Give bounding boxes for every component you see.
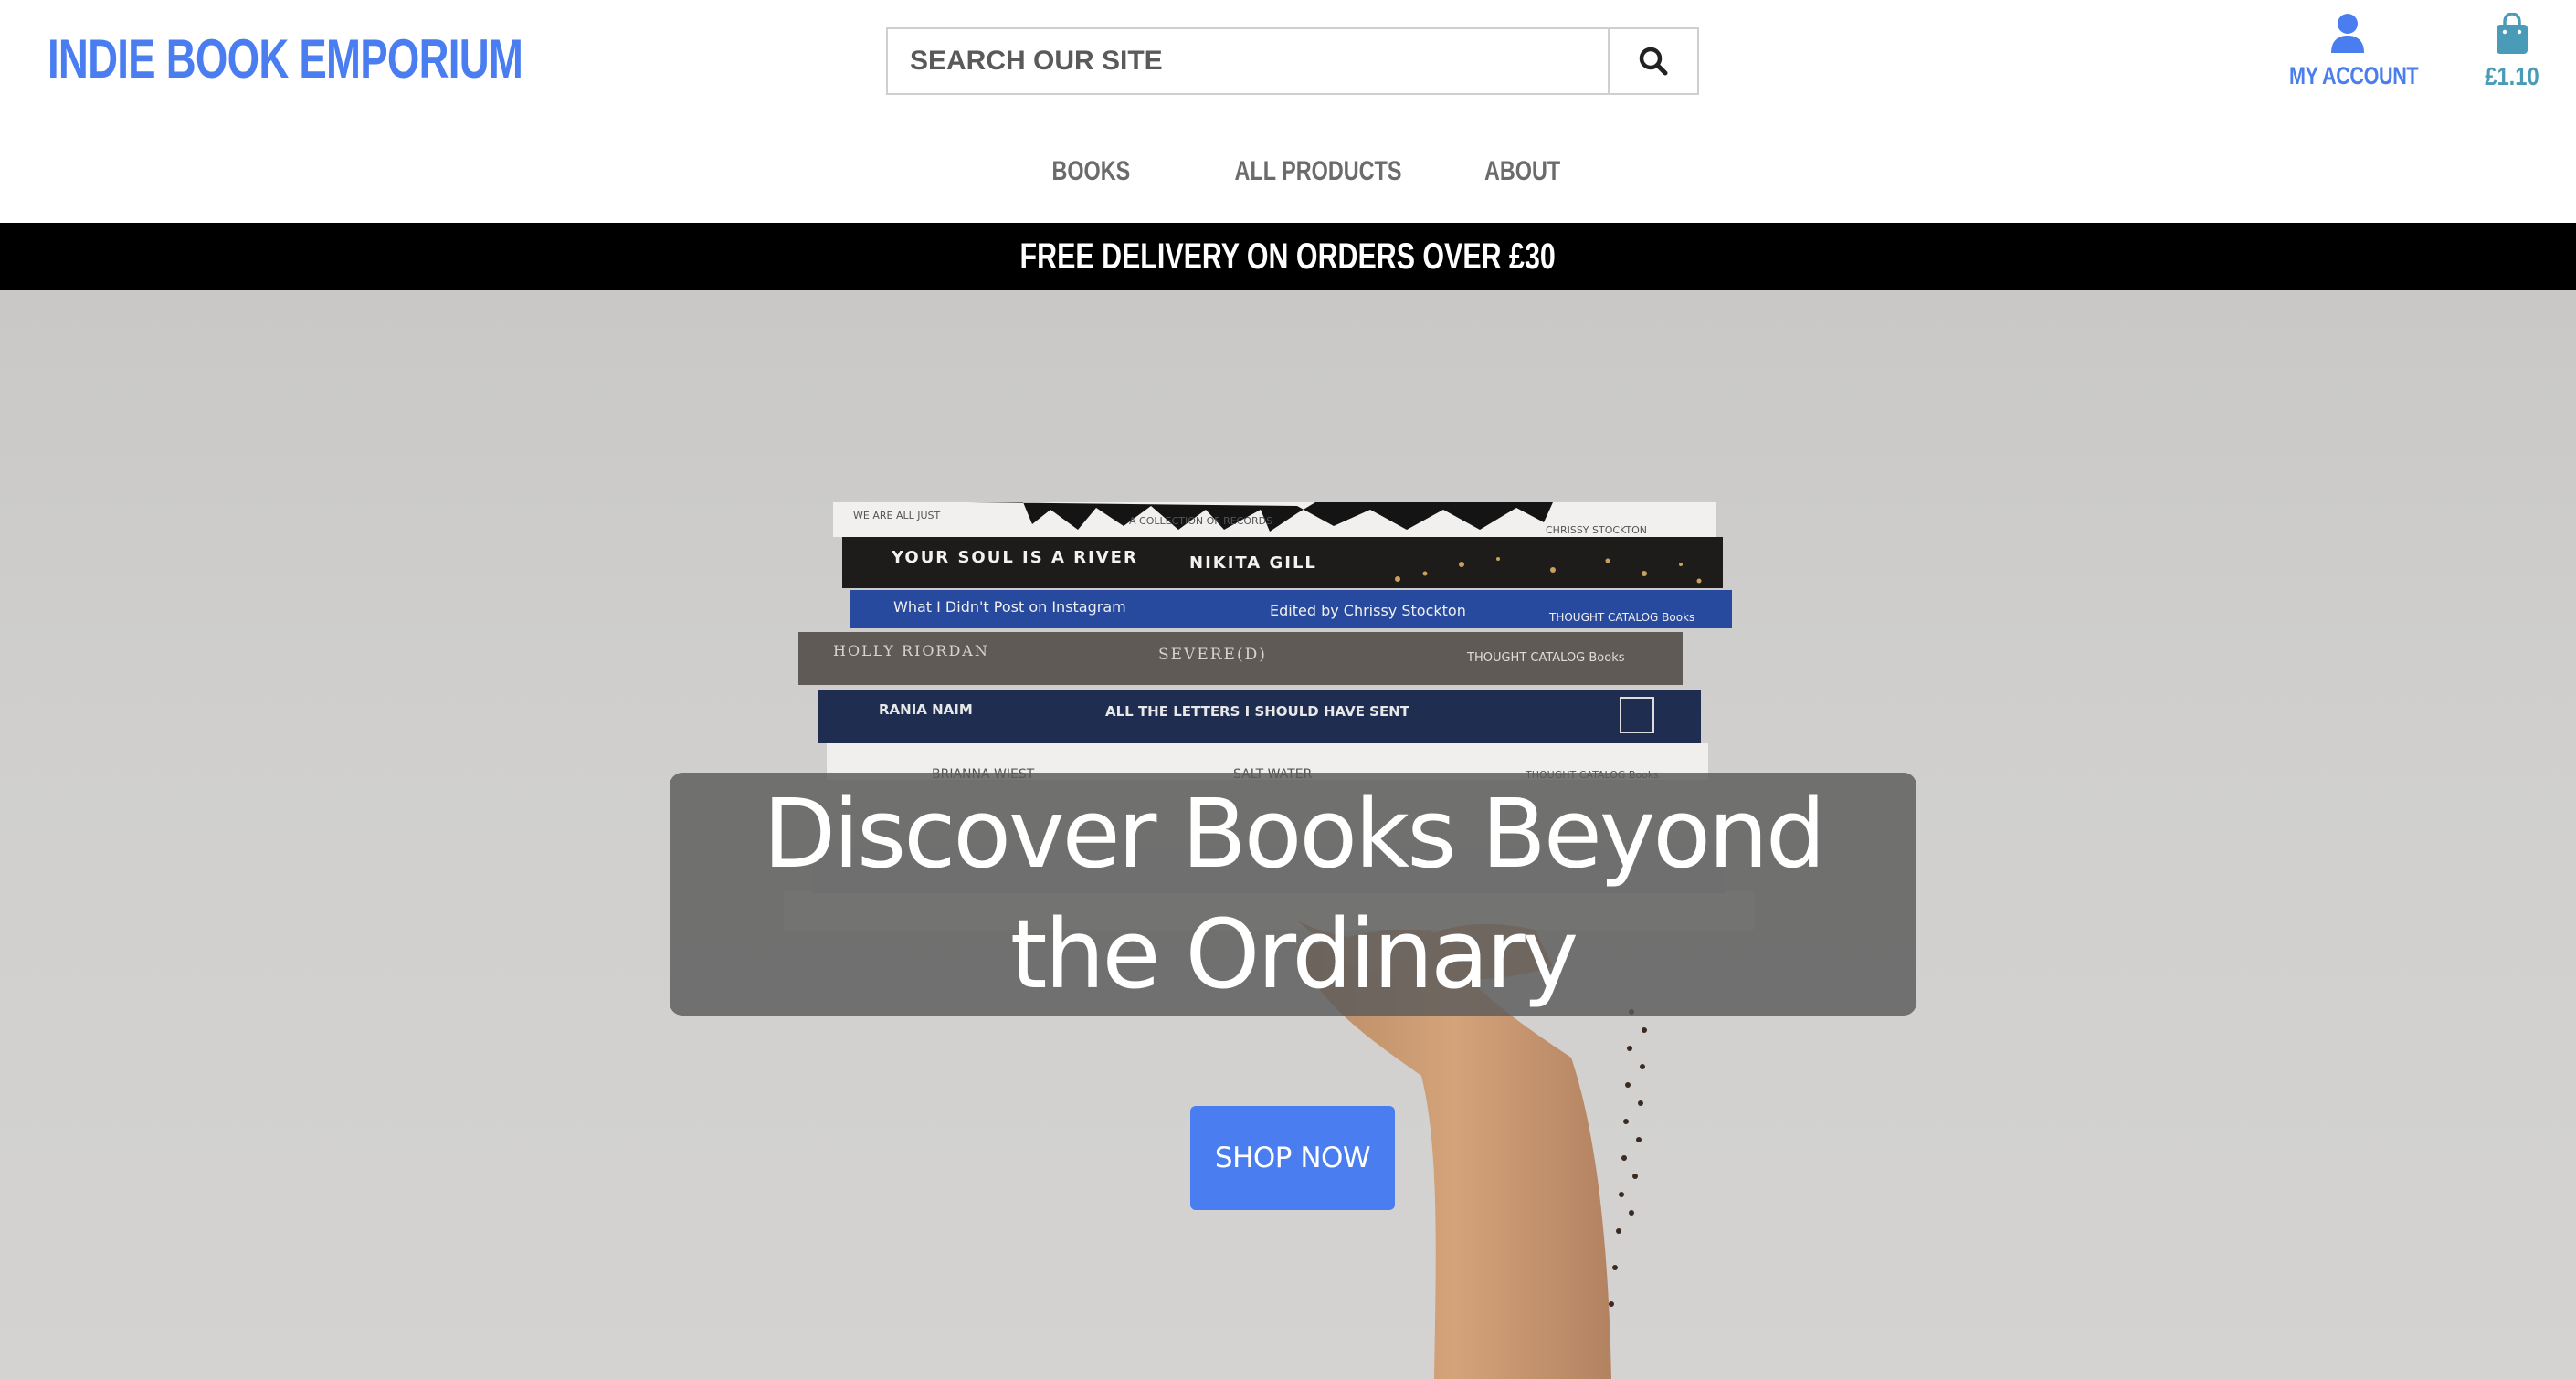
shopping-bag-icon xyxy=(2497,13,2528,54)
search-button[interactable] xyxy=(1608,29,1697,93)
site-logo[interactable]: INDIE BOOK EMPORIUM xyxy=(48,27,523,91)
book-spine-4-left: HOLLY RIORDAN xyxy=(833,642,989,659)
book-spine-3-left: What I Didn't Post on Instagram xyxy=(893,598,1126,616)
book-spine-1-middle: A COLLECTION OF RECORDS xyxy=(1129,515,1272,527)
book-spine-5-left: RANIA NAIM xyxy=(879,701,973,718)
my-account-link[interactable]: MY ACCOUNT xyxy=(2275,13,2421,104)
book-spine-3-right: THOUGHT CATALOG Books xyxy=(1548,611,1694,624)
search-input[interactable] xyxy=(888,29,1610,93)
user-icon xyxy=(2331,14,2364,53)
search-bar xyxy=(886,27,1699,95)
hero-headline: Discover Books Beyond the Ordinary xyxy=(763,778,1826,1010)
cart-total: £1.10 xyxy=(2485,62,2539,90)
book-spine-1-right: CHRISSY STOCKTON xyxy=(1546,524,1647,536)
book-spine-2-middle: NIKITA GILL xyxy=(1189,553,1317,573)
site-header: INDIE BOOK EMPORIUM MY ACCOUNT £1.10 BOO… xyxy=(0,0,2576,223)
book-spine-5-middle: ALL THE LETTERS I SHOULD HAVE SENT xyxy=(1105,703,1410,720)
shop-now-button[interactable]: SHOP NOW xyxy=(1190,1106,1395,1210)
book-spine-4-right: THOUGHT CATALOG Books xyxy=(1466,651,1625,665)
book-spine-4-middle: SEVERE(D) xyxy=(1158,646,1267,664)
book-spine-3-middle: Edited by Chrissy Stockton xyxy=(1270,602,1466,619)
my-account-label: MY ACCOUNT xyxy=(2289,62,2419,89)
book-spine-2-left: YOUR SOUL IS A RIVER xyxy=(891,548,1138,567)
delivery-banner-text: FREE DELIVERY ON ORDERS OVER £30 xyxy=(1019,237,1557,277)
search-icon xyxy=(1639,47,1668,76)
nav-about[interactable]: ABOUT xyxy=(1484,146,1560,197)
nav-all-products[interactable]: ALL PRODUCTS xyxy=(1235,146,1402,197)
hero-section: BRIANNA WIEST SALT WATER THOUGHT CATALOG… xyxy=(0,290,2576,1379)
main-nav: BOOKS ALL PRODUCTS ABOUT xyxy=(0,146,2576,197)
hero-headline-box: Discover Books Beyond the Ordinary xyxy=(670,773,1916,1016)
delivery-banner: FREE DELIVERY ON ORDERS OVER £30 xyxy=(0,223,2576,290)
nav-books[interactable]: BOOKS xyxy=(1051,146,1130,197)
book-spine-1-left: WE ARE ALL JUST xyxy=(853,510,940,521)
shopping-bag-link[interactable]: £1.10 xyxy=(2466,13,2558,104)
